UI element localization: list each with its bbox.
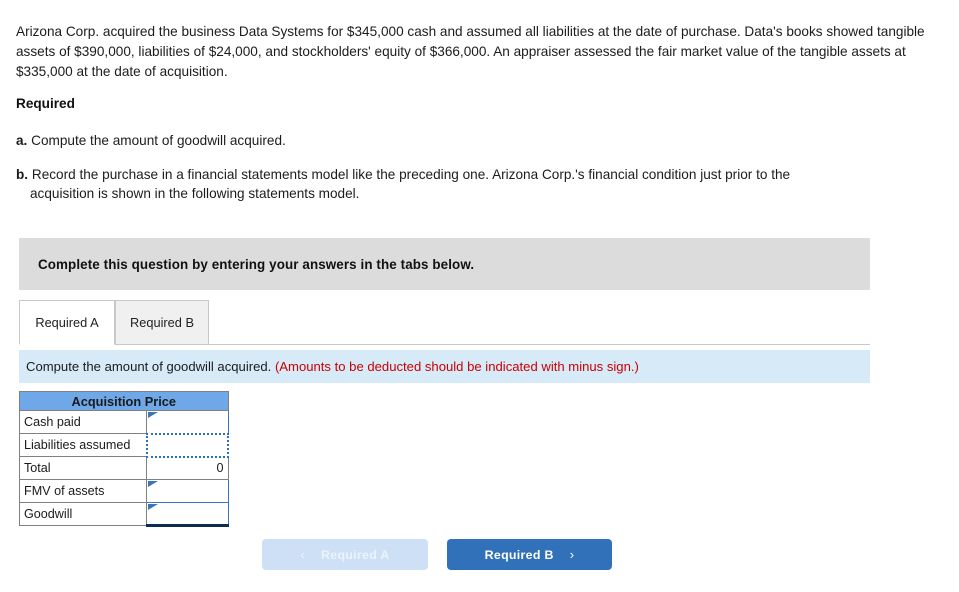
row-label-total: Total	[18, 456, 148, 480]
row-label-fmv-of-assets: FMV of assets	[18, 479, 148, 503]
required-item-b: b. Record the purchase in a financial st…	[16, 165, 926, 203]
required-item-a-text: Compute the amount of goodwill acquired.	[31, 133, 286, 148]
table-row: Total 0	[18, 456, 229, 480]
value-total: 0	[146, 456, 229, 480]
input-fmv-of-assets[interactable]	[146, 479, 229, 503]
next-required-b-button[interactable]: Required B ›	[447, 539, 612, 570]
instruction-strip-text: Compute the amount of goodwill acquired.…	[19, 359, 639, 374]
input-goodwill[interactable]	[146, 502, 229, 527]
instruction-main-text: Compute the amount of goodwill acquired.	[26, 359, 272, 374]
required-item-b-text-cont: acquisition is shown in the following st…	[30, 186, 360, 201]
instruction-strip: Compute the amount of goodwill acquired.…	[19, 350, 870, 383]
cell-flag-icon	[148, 481, 159, 487]
chevron-right-icon: ›	[569, 547, 575, 562]
tab-required-a[interactable]: Required A	[19, 300, 115, 345]
required-heading: Required	[16, 96, 75, 111]
tab-underline	[19, 344, 870, 345]
required-item-a-marker: a.	[16, 133, 28, 148]
required-item-b-text: Record the purchase in a financial state…	[31, 167, 791, 182]
acquisition-price-table: Acquisition Price Cash paid Liabilities …	[18, 391, 230, 527]
required-item-b-marker: b.	[16, 167, 29, 182]
complete-question-banner-text: Complete this question by entering your …	[38, 256, 475, 272]
table-row: Goodwill	[18, 502, 229, 527]
problem-statement: Arizona Corp. acquired the business Data…	[16, 24, 925, 79]
tab-required-b[interactable]: Required B	[115, 300, 209, 345]
table-header-row: Acquisition Price	[19, 391, 229, 411]
row-label-cash-paid: Cash paid	[18, 410, 148, 434]
table-row: Cash paid	[18, 410, 229, 434]
tab-required-a-label: Required A	[35, 315, 99, 330]
required-item-a: a. Compute the amount of goodwill acquir…	[16, 131, 926, 150]
tab-required-b-label: Required B	[129, 315, 195, 330]
prev-required-a-button[interactable]: ‹ Required A	[262, 539, 428, 570]
cell-flag-icon	[148, 504, 159, 510]
chevron-left-icon: ‹	[300, 547, 305, 562]
complete-question-banner: Complete this question by entering your …	[19, 238, 870, 290]
instruction-warning-text: (Amounts to be deducted should be indica…	[274, 359, 639, 374]
table-row: Liabilities assumed	[18, 432, 230, 458]
row-label-goodwill: Goodwill	[18, 502, 148, 526]
next-required-b-label: Required B	[484, 547, 554, 562]
question-page: Arizona Corp. acquired the business Data…	[0, 0, 959, 592]
cell-flag-icon	[148, 412, 159, 418]
prev-required-a-label: Required A	[321, 547, 390, 562]
table-row: FMV of assets	[18, 479, 229, 503]
input-liabilities-assumed[interactable]	[145, 432, 230, 458]
tab-bar: Required A Required B	[19, 300, 870, 346]
input-cash-paid[interactable]	[146, 410, 229, 434]
row-label-liabilities-assumed: Liabilities assumed	[18, 433, 148, 457]
table-header-acquisition-price: Acquisition Price	[19, 391, 229, 411]
